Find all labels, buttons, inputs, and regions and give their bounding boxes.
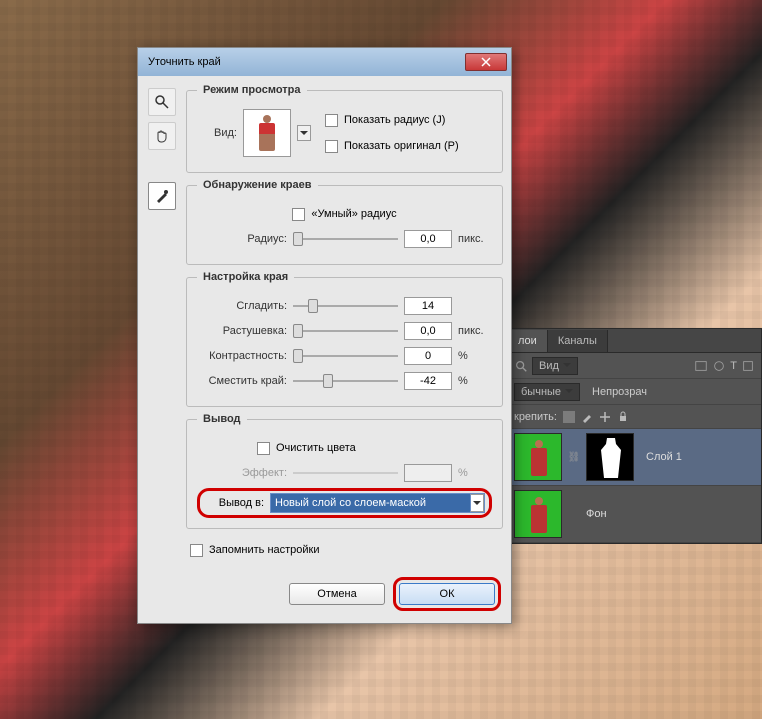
hand-icon (154, 128, 170, 144)
filter-shape-icon[interactable] (741, 359, 755, 373)
filter-adjust-icon[interactable] (712, 359, 726, 373)
smooth-input[interactable] (404, 297, 452, 315)
dialog-title: Уточнить край (148, 56, 465, 68)
output-to-dropdown[interactable]: Новый слой со слоем-маской (270, 493, 485, 513)
effect-slider (293, 464, 398, 482)
decontaminate-checkbox[interactable] (257, 442, 270, 455)
radius-unit: пикс. (458, 233, 492, 245)
layer-item-background[interactable]: Фон (508, 486, 761, 543)
adjust-edge-legend: Настройка края (197, 271, 294, 283)
layer-thumbnail[interactable] (514, 490, 562, 538)
lock-all-icon[interactable] (617, 411, 629, 423)
output-highlight: Вывод в: Новый слой со слоем-маской (197, 488, 492, 518)
dialog-titlebar[interactable]: Уточнить край (138, 48, 511, 76)
effect-unit: % (458, 467, 492, 479)
brush-icon (154, 188, 170, 204)
edge-detection-legend: Обнаружение краев (197, 179, 318, 191)
layer-thumbnail[interactable] (514, 433, 562, 481)
tab-channels[interactable]: Каналы (548, 330, 608, 352)
layers-panel: лои Каналы Вид T бычные Непрозрач крепит… (507, 328, 762, 544)
view-mode-legend: Режим просмотра (197, 84, 307, 96)
smooth-slider[interactable] (293, 297, 398, 315)
smooth-label: Сгладить: (197, 300, 287, 312)
layer-name[interactable]: Фон (586, 508, 607, 520)
feather-label: Растушевка: (197, 325, 287, 337)
chevron-down-icon (473, 501, 481, 509)
lock-row: крепить: (508, 405, 761, 429)
show-original-checkbox[interactable] (325, 140, 338, 153)
smart-radius-checkbox[interactable] (292, 208, 305, 221)
lock-move-icon[interactable] (599, 411, 611, 423)
lock-transparent-icon[interactable] (563, 411, 575, 423)
shift-label: Сместить край: (197, 375, 287, 387)
chevron-down-icon (300, 131, 308, 139)
tool-column (146, 84, 178, 615)
contrast-slider[interactable] (293, 347, 398, 365)
layer-mask-thumbnail[interactable] (586, 433, 634, 481)
refine-brush-tool[interactable] (148, 182, 176, 210)
radius-input[interactable] (404, 230, 452, 248)
radius-label: Радиус: (197, 233, 287, 245)
show-radius-checkbox[interactable] (325, 114, 338, 127)
cancel-button[interactable]: Отмена (289, 583, 385, 605)
link-icon[interactable]: ⛓ (568, 450, 580, 464)
filter-type-dropdown[interactable]: Вид (532, 357, 578, 375)
blend-mode-dropdown[interactable]: бычные (514, 383, 580, 401)
layer-item-1[interactable]: ⛓ Слой 1 (508, 429, 761, 486)
ok-button[interactable]: ОК (399, 583, 495, 605)
close-button[interactable] (465, 53, 507, 71)
close-icon (481, 57, 491, 67)
view-preview-thumbnail[interactable] (243, 109, 291, 157)
output-to-label: Вывод в: (204, 497, 264, 509)
view-mode-fieldset: Режим просмотра Вид: Показать радиус (J)… (186, 84, 503, 173)
effect-input (404, 464, 452, 482)
lock-label: крепить: (514, 411, 557, 423)
remember-label: Запомнить настройки (209, 544, 320, 556)
panel-tabs: лои Каналы (508, 329, 761, 353)
lock-paint-icon[interactable] (581, 411, 593, 423)
magnifier-icon (154, 94, 170, 110)
adjust-edge-fieldset: Настройка края Сгладить: Растушевка: пик… (186, 271, 503, 407)
view-label: Вид: (197, 127, 237, 139)
hand-tool[interactable] (148, 122, 176, 150)
filter-text-icon[interactable]: T (730, 360, 737, 372)
show-original-label: Показать оригинал (P) (344, 140, 459, 152)
radius-slider[interactable] (293, 230, 398, 248)
refine-edge-dialog: Уточнить край Режим просмотра Вид: (137, 47, 512, 624)
contrast-unit: % (458, 350, 492, 362)
zoom-tool[interactable] (148, 88, 176, 116)
ok-highlight: ОК (393, 577, 501, 611)
filter-image-icon[interactable] (694, 359, 708, 373)
shift-input[interactable] (404, 372, 452, 390)
view-dropdown-caret[interactable] (297, 125, 311, 141)
output-legend: Вывод (197, 413, 247, 425)
remember-checkbox[interactable] (190, 544, 203, 557)
feather-slider[interactable] (293, 322, 398, 340)
edge-detection-fieldset: Обнаружение краев «Умный» радиус Радиус:… (186, 179, 503, 265)
feather-unit: пикс. (458, 325, 492, 337)
output-to-value: Новый слой со слоем-маской (275, 497, 426, 509)
shift-unit: % (458, 375, 492, 387)
opacity-label: Непрозрач (592, 386, 647, 398)
output-fieldset: Вывод Очистить цвета Эффект: % Вывод в: … (186, 413, 503, 529)
layer-name[interactable]: Слой 1 (646, 451, 682, 463)
smart-radius-label: «Умный» радиус (311, 208, 396, 220)
effect-label: Эффект: (197, 467, 287, 479)
decontaminate-label: Очистить цвета (276, 442, 356, 454)
contrast-label: Контрастность: (197, 350, 287, 362)
shift-slider[interactable] (293, 372, 398, 390)
feather-input[interactable] (404, 322, 452, 340)
blend-opacity-row: бычные Непрозрач (508, 379, 761, 405)
show-radius-label: Показать радиус (J) (344, 114, 445, 126)
tab-layers[interactable]: лои (508, 330, 548, 352)
layers-filter-bar: Вид T (508, 353, 761, 379)
contrast-input[interactable] (404, 347, 452, 365)
search-icon (514, 359, 528, 373)
